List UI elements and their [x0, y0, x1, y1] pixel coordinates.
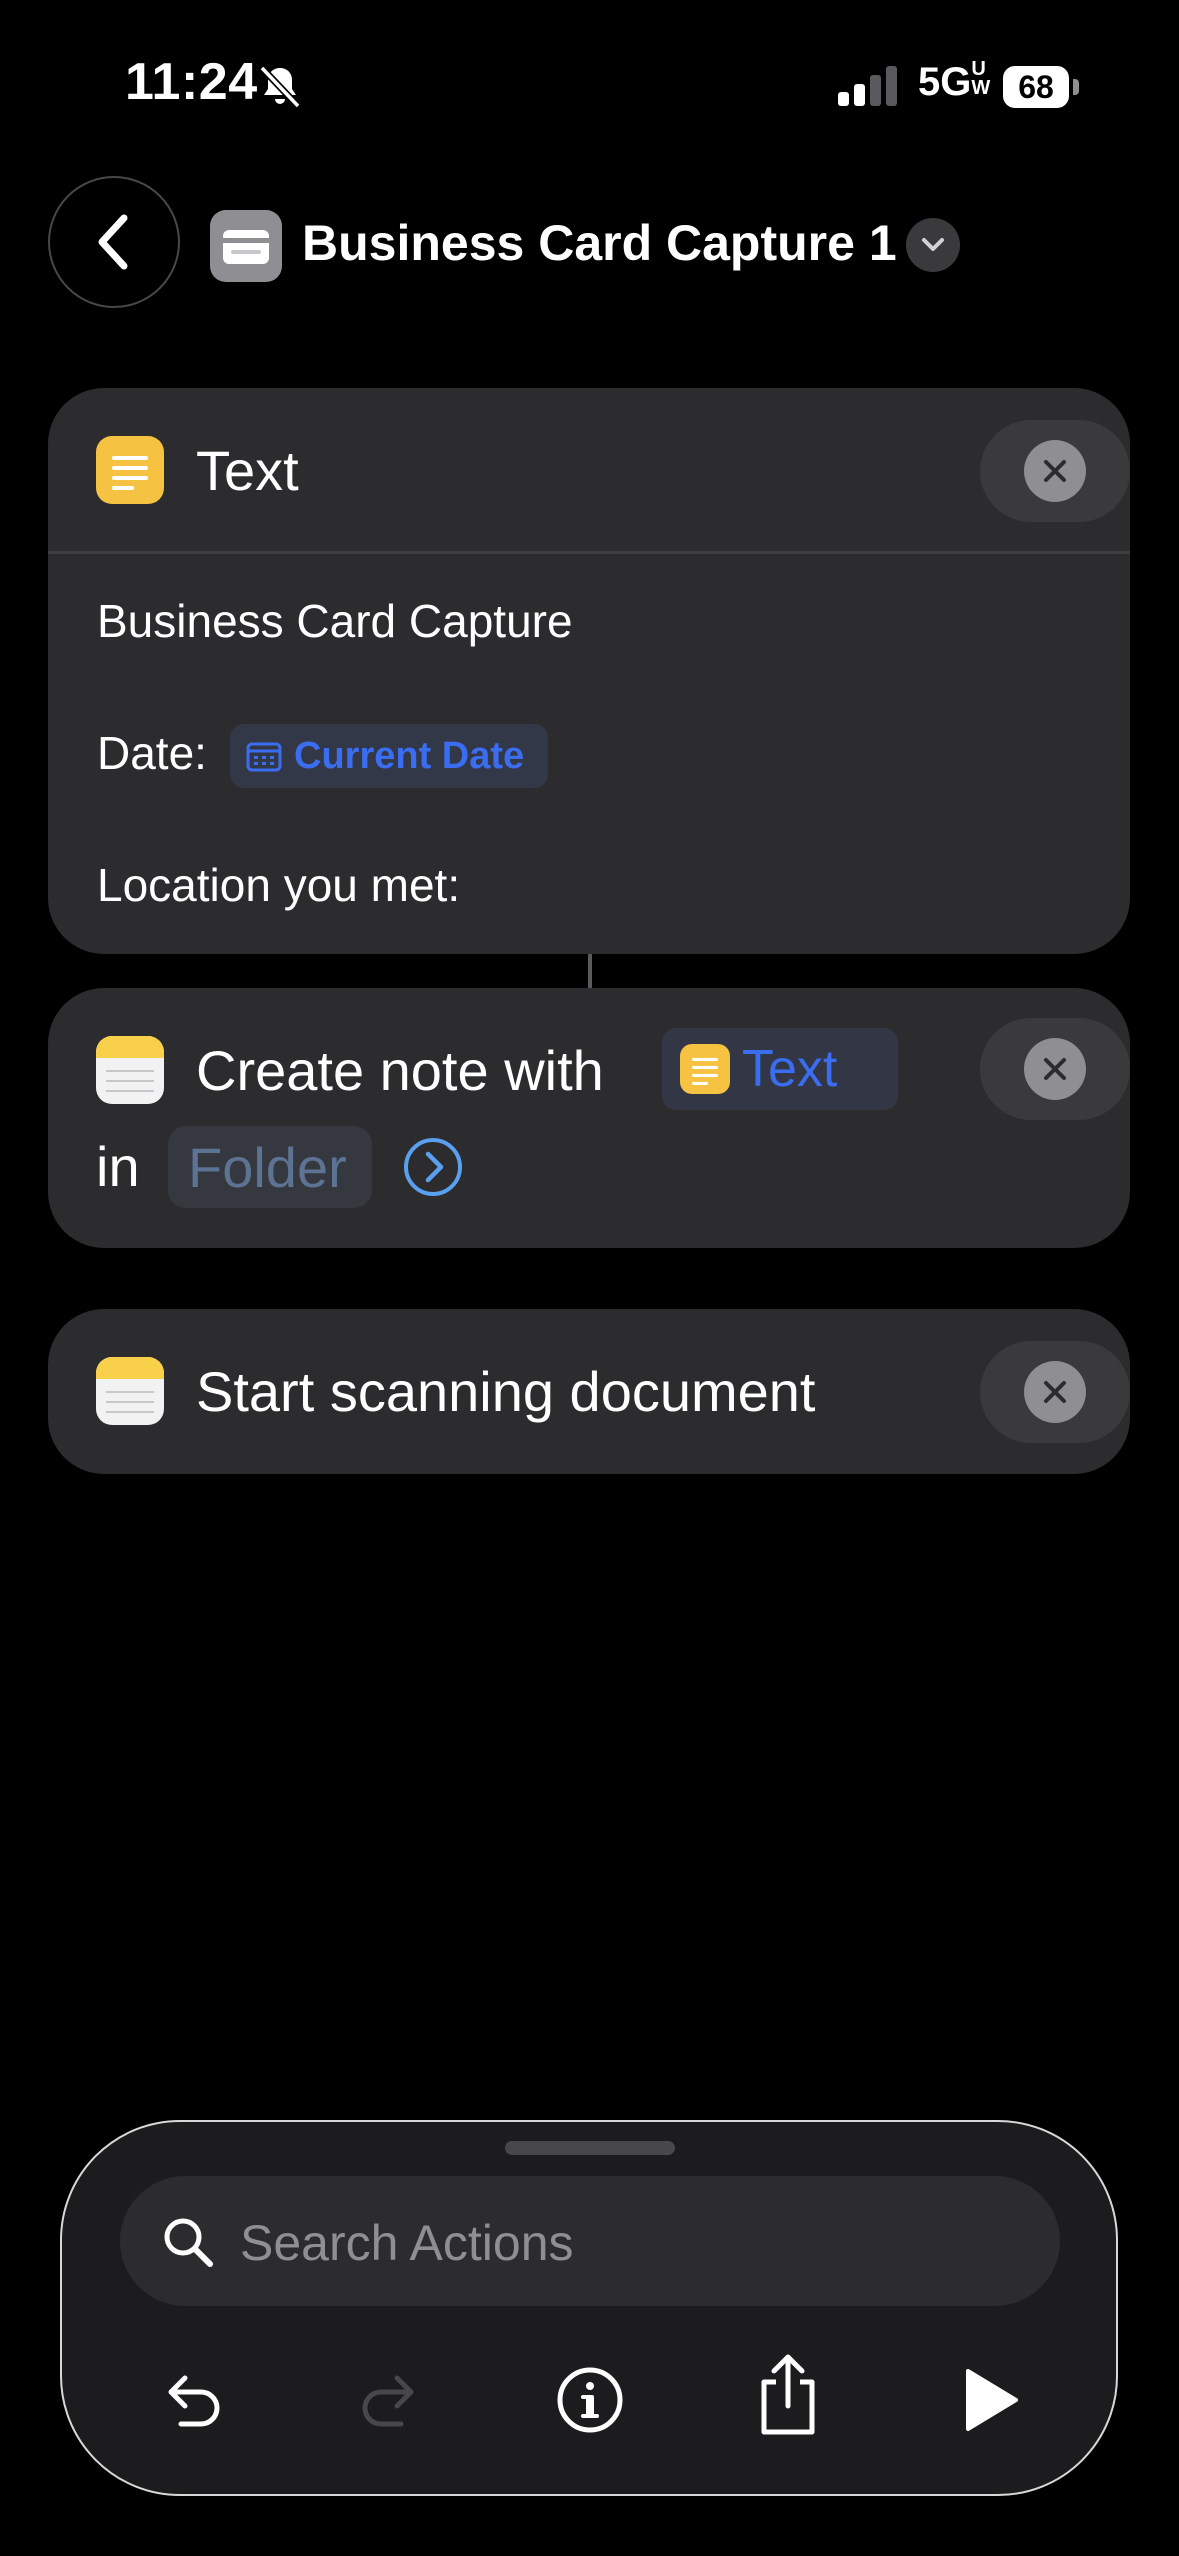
- action-connector: [588, 954, 592, 988]
- notes-app-icon: [96, 1036, 164, 1104]
- battery-icon: 68: [1003, 66, 1081, 108]
- create-note-action-card[interactable]: Create note with Text in Folder: [48, 988, 1130, 1248]
- redo-icon: [362, 2375, 414, 2427]
- wallet-card-icon: [223, 230, 269, 264]
- play-icon: [966, 2369, 1018, 2431]
- remove-create-note-button[interactable]: [980, 1018, 1130, 1120]
- location-label[interactable]: Location you met:: [97, 858, 460, 912]
- back-button[interactable]: [48, 176, 180, 308]
- text-variable-icon: [680, 1044, 730, 1094]
- shortcut-app-icon[interactable]: [210, 210, 282, 282]
- undo-button[interactable]: [152, 2360, 232, 2440]
- share-icon: [761, 2354, 815, 2435]
- scan-document-title: Start scanning document: [196, 1360, 816, 1423]
- share-button[interactable]: [748, 2346, 828, 2442]
- cellular-signal-icon: [838, 66, 897, 106]
- undo-icon: [168, 2375, 220, 2427]
- folder-parameter[interactable]: Folder: [168, 1126, 372, 1208]
- battery-level: 68: [1018, 69, 1054, 105]
- network-type: 5GUW: [918, 58, 991, 104]
- notes-app-icon: [96, 1357, 164, 1425]
- date-label[interactable]: Date:: [97, 726, 207, 780]
- search-icon: [164, 2218, 213, 2267]
- chevron-left-icon: [98, 214, 128, 270]
- remove-scan-action-button[interactable]: [980, 1341, 1130, 1443]
- info-button[interactable]: [550, 2360, 630, 2440]
- create-note-title: Create note with: [196, 1039, 604, 1102]
- calendar-icon: [246, 742, 282, 772]
- text-body-line-1[interactable]: Business Card Capture: [97, 594, 573, 648]
- info-icon: [557, 2367, 623, 2433]
- silent-bell-icon: [259, 65, 301, 109]
- shortcut-title[interactable]: Business Card Capture 1: [302, 214, 897, 272]
- chevron-right-circle-icon: [404, 1138, 462, 1196]
- text-action-icon: [96, 436, 164, 504]
- show-more-button[interactable]: [402, 1136, 464, 1198]
- close-icon: [1024, 1038, 1086, 1100]
- search-placeholder: Search Actions: [240, 2215, 574, 2271]
- panel-grabber[interactable]: [505, 2141, 675, 2155]
- close-icon: [1024, 440, 1086, 502]
- text-action-title: Text: [196, 439, 299, 502]
- text-variable-label: Text: [742, 1040, 838, 1098]
- run-button[interactable]: [950, 2360, 1030, 2440]
- current-date-label: Current Date: [294, 734, 525, 777]
- close-icon: [1024, 1361, 1086, 1423]
- chevron-down-icon: [922, 238, 944, 251]
- scan-document-action-card[interactable]: Start scanning document: [48, 1309, 1130, 1474]
- title-menu-button[interactable]: [906, 218, 960, 272]
- text-action-card[interactable]: Text Business Card Capture Date: Current…: [48, 388, 1130, 954]
- in-label: in: [96, 1135, 140, 1198]
- text-variable-token[interactable]: Text: [662, 1028, 898, 1110]
- remove-text-action-button[interactable]: [980, 420, 1130, 522]
- folder-placeholder: Folder: [188, 1135, 347, 1199]
- card-divider: [48, 551, 1130, 554]
- redo-button[interactable]: [350, 2360, 430, 2440]
- current-date-variable[interactable]: Current Date: [230, 724, 548, 788]
- status-time: 11:24: [125, 53, 258, 111]
